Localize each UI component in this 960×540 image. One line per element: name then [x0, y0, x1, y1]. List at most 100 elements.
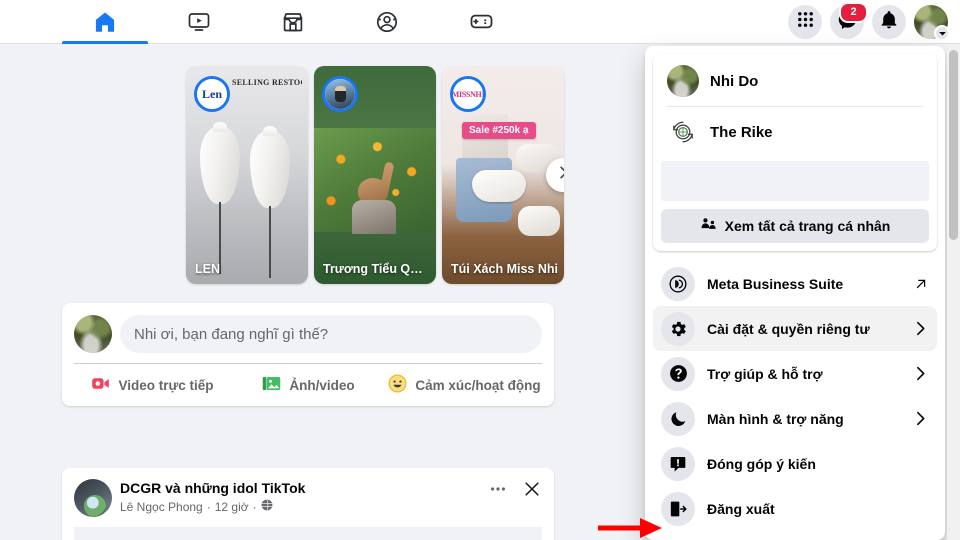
composer-avatar [74, 315, 112, 353]
stories-tray: SELLING RESTOCK Len LEN Trương Tiểu [186, 66, 564, 284]
external-link-icon [913, 276, 929, 292]
story-card[interactable]: Trương Tiểu Quỳnh [314, 66, 436, 284]
post-author[interactable]: Lê Ngọc Phong [120, 499, 203, 515]
story-label: Túi Xách Miss Nhi [451, 262, 558, 276]
post-actions [488, 479, 542, 499]
account-switcher-card: Nhi Do The Rike Xem tất cả trang cá nhân [653, 54, 937, 251]
story-card[interactable]: Sale #250k ạ MISSNHI Túi Xách Miss Nhi [442, 66, 564, 284]
chevron-right-icon [912, 320, 929, 337]
page-name: The Rike [710, 123, 773, 141]
composer-action-label: Ảnh/video [289, 377, 355, 393]
marketplace-icon [281, 10, 305, 34]
top-navigation-bar: 2 [0, 0, 960, 44]
story-headline: SELLING RESTOCK [232, 78, 302, 87]
chevron-down-icon [934, 25, 950, 41]
meta-business-suite-icon [661, 266, 695, 301]
nav-tab-groups[interactable] [340, 0, 434, 44]
grid-menu-button[interactable] [788, 5, 822, 39]
menu-item-label: Cài đặt & quyền riêng tư [707, 320, 870, 337]
menu-item-label: Đăng xuất [707, 500, 775, 517]
feeling-icon [387, 373, 408, 397]
grid-menu-icon [796, 10, 815, 34]
story-sale-tag: Sale #250k ạ [462, 122, 536, 139]
composer-action-label: Cảm xúc/hoạt động [415, 377, 541, 393]
feedback-icon [661, 446, 695, 481]
notifications-button[interactable] [872, 5, 906, 39]
nav-tab-marketplace[interactable] [246, 0, 340, 44]
menu-item-label: Đóng góp ý kiến [707, 455, 816, 472]
account-dropdown-menu: Nhi Do The Rike Xem tất cả trang cá nhân… [645, 46, 945, 540]
story-avatar-ring: Len [194, 76, 230, 112]
post-header-text: DCGR và những idol TikTok Lê Ngọc Phong … [120, 479, 305, 515]
home-icon [92, 9, 118, 35]
nav-tab-gaming[interactable] [434, 0, 528, 44]
menu-item-meta-business-suite[interactable]: Meta Business Suite [653, 261, 937, 306]
close-icon[interactable] [522, 479, 542, 499]
nav-tab-video[interactable] [152, 0, 246, 44]
menu-item-label: Trợ giúp & hỗ trợ [707, 365, 823, 382]
story-avatar: Len [197, 79, 227, 109]
post-avatar[interactable] [74, 479, 112, 517]
more-options-icon[interactable] [488, 479, 508, 499]
live-video-icon [90, 373, 111, 397]
account-menu-button[interactable] [914, 5, 950, 41]
messenger-badge: 2 [839, 2, 868, 23]
story-avatar-ring [322, 76, 358, 112]
people-switch-icon [700, 216, 717, 236]
menu-item-feedback[interactable]: Đóng góp ý kiến [653, 441, 937, 486]
composer-top-row: Nhi ơi, bạn đang nghĩ gì thế? [74, 315, 542, 353]
nav-tab-home[interactable] [58, 0, 152, 44]
see-all-profiles-button[interactable]: Xem tất cả trang cá nhân [661, 209, 929, 243]
post-meta: Lê Ngọc Phong · 12 giờ · [120, 499, 305, 515]
feed-post: DCGR và những idol TikTok Lê Ngọc Phong … [62, 468, 554, 540]
post-title[interactable]: DCGR và những idol TikTok [120, 479, 305, 497]
post-timestamp[interactable]: 12 giờ [215, 499, 249, 515]
post-header: DCGR và những idol TikTok Lê Ngọc Phong … [74, 479, 542, 517]
story-label: Trương Tiểu Quỳnh [323, 262, 430, 276]
menu-item-help-support[interactable]: Trợ giúp & hỗ trợ [653, 351, 937, 396]
composer-action-label: Video trực tiếp [118, 377, 214, 393]
page-scrollbar-thumb[interactable] [949, 50, 958, 240]
gear-icon [661, 311, 695, 346]
composer-photo-video-button[interactable]: Ảnh/video [230, 367, 386, 403]
help-question-icon [661, 356, 695, 391]
public-globe-icon [261, 499, 273, 515]
messenger-button[interactable]: 2 [830, 2, 868, 39]
groups-icon [375, 10, 399, 34]
gaming-icon [469, 9, 494, 34]
post-composer: Nhi ơi, bạn đang nghĩ gì thế? Video trực… [62, 303, 554, 406]
story-label: LEN [195, 262, 220, 276]
menu-item-logout[interactable]: Đăng xuất [653, 486, 937, 531]
profile-avatar [667, 65, 699, 97]
loading-placeholder [661, 161, 929, 201]
meta-sep: · [252, 500, 257, 514]
composer-live-video-button[interactable]: Video trực tiếp [74, 367, 230, 403]
account-row-page[interactable]: The Rike [659, 109, 931, 155]
account-name: Nhi Do [710, 72, 759, 90]
divider [667, 106, 923, 107]
menu-item-label: Meta Business Suite [707, 275, 844, 292]
chevron-right-icon [912, 365, 929, 382]
dropdown-menu-list: Meta Business Suite Cài đặt & quyền riên… [653, 261, 937, 531]
nav-tabs [58, 0, 528, 44]
meta-sep: · [206, 500, 211, 514]
story-avatar: MISSNHI [453, 79, 483, 109]
account-row-personal[interactable]: Nhi Do [659, 58, 931, 104]
chevron-right-icon [556, 165, 564, 185]
news-feed: SELLING RESTOCK Len LEN Trương Tiểu [0, 44, 640, 540]
bell-icon [879, 10, 899, 35]
menu-item-display-accessibility[interactable]: Màn hình & trợ năng [653, 396, 937, 441]
see-all-profiles-label: Xem tất cả trang cá nhân [724, 218, 891, 234]
composer-feeling-button[interactable]: Cảm xúc/hoạt động [386, 367, 542, 403]
post-content-placeholder [74, 527, 542, 540]
menu-item-settings-privacy[interactable]: Cài đặt & quyền riêng tư [653, 306, 937, 351]
topbar-right-actions: 2 [788, 0, 950, 44]
photo-video-icon [261, 373, 282, 397]
story-avatar [325, 79, 355, 109]
composer-input[interactable]: Nhi ơi, bạn đang nghĩ gì thế? [120, 315, 542, 353]
composer-placeholder: Nhi ơi, bạn đang nghĩ gì thế? [134, 325, 329, 343]
story-card[interactable]: SELLING RESTOCK Len LEN [186, 66, 308, 284]
page-root: 2 SELLING RESTOCK [0, 0, 960, 540]
story-image [186, 118, 308, 268]
composer-actions: Video trực tiếp Ảnh/video Cảm xúc/hoạt đ… [74, 364, 542, 406]
